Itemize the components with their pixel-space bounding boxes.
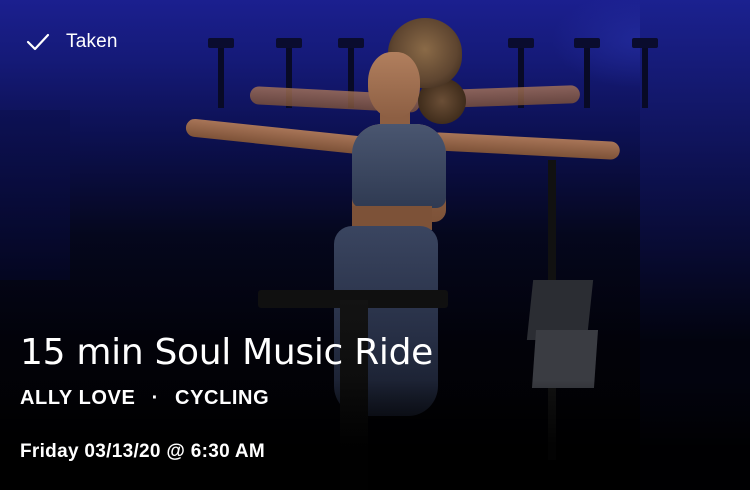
class-datetime: Friday 03/13/20 @ 6:30 AM — [20, 441, 265, 462]
class-title: 15 min Soul Music Ride — [20, 332, 434, 373]
discipline-label: CYCLING — [175, 387, 270, 409]
class-meta: ALLY LOVE · CYCLING — [20, 387, 269, 410]
class-card[interactable]: Taken 15 min Soul Music Ride ALLY LOVE ·… — [0, 0, 750, 490]
meta-separator: · — [151, 387, 159, 409]
check-icon — [26, 30, 50, 54]
instructor-name[interactable]: ALLY LOVE — [20, 387, 135, 409]
taken-badge: Taken — [26, 30, 118, 54]
taken-label: Taken — [66, 31, 118, 52]
